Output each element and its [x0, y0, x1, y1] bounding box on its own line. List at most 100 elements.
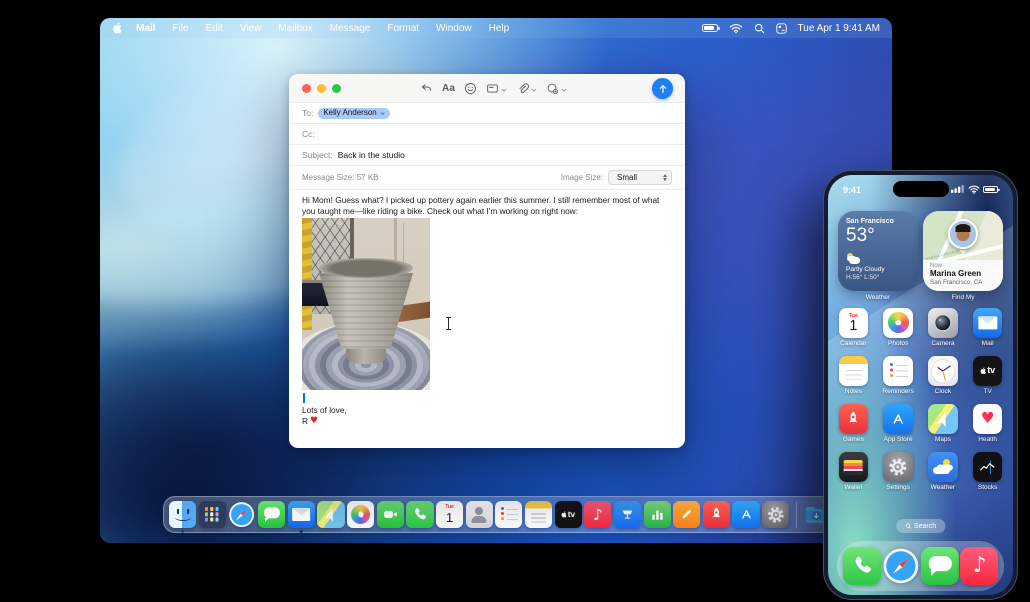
find-my-widget[interactable]: MARINA GREEN DR MARINA BLVD Now Marina G…	[923, 211, 1003, 291]
close-button[interactable]	[302, 83, 311, 93]
iphone-dock-messages-icon[interactable]	[921, 547, 960, 585]
emoji-icon[interactable]	[464, 82, 477, 95]
iphone-mail-icon[interactable]	[972, 308, 1003, 338]
iphone-wallet-icon[interactable]	[838, 452, 869, 482]
iphone-weather-icon[interactable]	[928, 452, 958, 482]
iphone-dock-item-music[interactable]: ♪	[960, 547, 999, 585]
iphone-app-maps[interactable]: Maps	[921, 404, 966, 452]
dock-item-reminders[interactable]	[495, 500, 523, 529]
dock-mail-icon[interactable]	[287, 500, 315, 529]
dock-music-icon[interactable]: ♪	[584, 500, 612, 529]
image-size-select[interactable]: Small	[608, 170, 672, 185]
dock-item-finder[interactable]	[169, 500, 197, 529]
dock-item-maps[interactable]	[317, 500, 345, 529]
menu-message[interactable]: Message	[330, 23, 371, 34]
iphone-app-clock[interactable]: Clock	[921, 356, 966, 404]
iphone-app-health[interactable]: ♥ Health	[965, 404, 1010, 452]
dock-item-mail[interactable]	[287, 500, 315, 529]
signature-line[interactable]: R ♥	[302, 416, 318, 426]
zoom-button[interactable]	[332, 83, 341, 93]
iphone-maps-icon[interactable]	[928, 404, 958, 434]
dock-item-calendar[interactable]: Tue 1	[435, 500, 464, 529]
iphone-settings-icon[interactable]	[883, 452, 913, 482]
dock-item-appstore[interactable]	[732, 500, 760, 529]
search-pill[interactable]: Search	[895, 519, 946, 533]
menu-help[interactable]: Help	[489, 23, 510, 34]
dock-photos-icon[interactable]	[346, 500, 375, 529]
iphone-app-tv[interactable]: tv TV	[965, 356, 1010, 404]
control-center-icon[interactable]	[775, 22, 787, 34]
iphone-app-notes[interactable]: Notes	[831, 356, 876, 404]
attach-button[interactable]	[516, 80, 537, 98]
dock-item-notes[interactable]	[524, 500, 553, 529]
dock-item-facetime[interactable]	[376, 500, 404, 529]
dock-phone-icon[interactable]	[406, 500, 434, 529]
iphone-app-camera[interactable]: Camera	[921, 308, 966, 356]
iphone-reminders-icon[interactable]	[883, 356, 913, 386]
dock-keynote-icon[interactable]	[613, 500, 642, 529]
dock-item-photos[interactable]	[346, 500, 375, 529]
insert-media-button[interactable]	[546, 80, 567, 98]
dock-pages-icon[interactable]	[673, 500, 701, 529]
dock-notes-icon[interactable]	[524, 500, 553, 529]
iphone-dock-safari-icon[interactable]	[882, 547, 920, 585]
iphone-dock-item-phone[interactable]	[842, 547, 881, 585]
to-field[interactable]: To: Kelly Anderson	[289, 103, 685, 124]
dock-item-numbers[interactable]	[643, 500, 671, 529]
send-button[interactable]	[652, 78, 673, 99]
weather-widget[interactable]: San Francisco 53° Partly Cloudy H:56° L:…	[838, 211, 918, 291]
iphone-app-appstore[interactable]: App Store	[876, 404, 921, 452]
iphone-app-weather[interactable]: Weather	[921, 452, 966, 500]
menu-format[interactable]: Format	[387, 23, 419, 34]
dock-games-icon[interactable]	[702, 500, 731, 529]
dock-tv-icon[interactable]: tv	[554, 500, 582, 529]
menu-edit[interactable]: Edit	[206, 23, 223, 34]
iphone-app-wallet[interactable]: Wallet	[831, 452, 876, 500]
dock-safari-icon[interactable]	[228, 501, 255, 528]
dock-finder-icon[interactable]	[169, 500, 197, 529]
dock-launchpad-icon[interactable]	[198, 500, 226, 529]
dock-item-launchpad[interactable]	[198, 500, 226, 529]
dock-item-safari[interactable]	[228, 501, 255, 528]
header-fields-button[interactable]	[486, 80, 507, 98]
iphone-app-mail[interactable]: Mail	[965, 308, 1010, 356]
menu-mailbox[interactable]: Mailbox	[278, 23, 312, 34]
dock-facetime-icon[interactable]	[376, 500, 404, 529]
wifi-icon[interactable]	[729, 23, 743, 34]
iphone-app-games[interactable]: Games	[831, 404, 876, 452]
iphone-camera-icon[interactable]	[928, 308, 958, 338]
subject-field[interactable]: Subject: Back in the studio	[289, 145, 685, 166]
minimize-button[interactable]	[317, 83, 326, 93]
iphone-dock-music-icon[interactable]: ♪	[960, 547, 999, 585]
dock-maps-icon[interactable]	[317, 500, 345, 529]
iphone-stocks-icon[interactable]	[972, 452, 1003, 482]
dock-contacts-icon[interactable]	[465, 500, 493, 529]
message-body-text[interactable]: Hi Mom! Guess what? I picked up pottery …	[302, 195, 674, 216]
dock-calendar-icon[interactable]: Tue 1	[435, 500, 464, 529]
iphone-app-reminders[interactable]: Reminders	[876, 356, 921, 404]
cc-field[interactable]: Cc:	[289, 124, 685, 145]
dock-reminders-icon[interactable]	[495, 500, 523, 529]
dock-item-contacts[interactable]	[465, 500, 493, 529]
dock-item-keynote[interactable]	[613, 500, 642, 529]
dock-item-messages[interactable]	[257, 500, 286, 529]
apple-menu-icon[interactable]	[112, 22, 123, 35]
dock-messages-icon[interactable]	[257, 500, 286, 529]
iphone-dock-phone-icon[interactable]	[842, 547, 881, 585]
recipient-token[interactable]: Kelly Anderson	[318, 107, 390, 119]
iphone-games-icon[interactable]	[838, 404, 869, 434]
menu-view[interactable]: View	[240, 23, 262, 34]
battery-icon[interactable]	[701, 24, 720, 32]
iphone-dock-item-messages[interactable]	[921, 547, 960, 585]
iphone-calendar-icon[interactable]: Tue 1	[838, 308, 869, 338]
iphone-app-settings[interactable]: Settings	[876, 452, 921, 500]
menu-file[interactable]: File	[172, 23, 188, 34]
pottery-photo-attachment[interactable]	[302, 218, 430, 390]
iphone-photos-icon[interactable]	[883, 308, 913, 338]
dock-appstore-icon[interactable]	[732, 500, 760, 529]
dock-item-tv[interactable]: tv	[554, 500, 582, 529]
closing-line[interactable]: Lots of love,	[302, 405, 347, 415]
dock-item-pages[interactable]	[673, 500, 701, 529]
dock-item-settings[interactable]	[762, 500, 790, 529]
iphone-dock-item-safari[interactable]	[882, 547, 920, 585]
